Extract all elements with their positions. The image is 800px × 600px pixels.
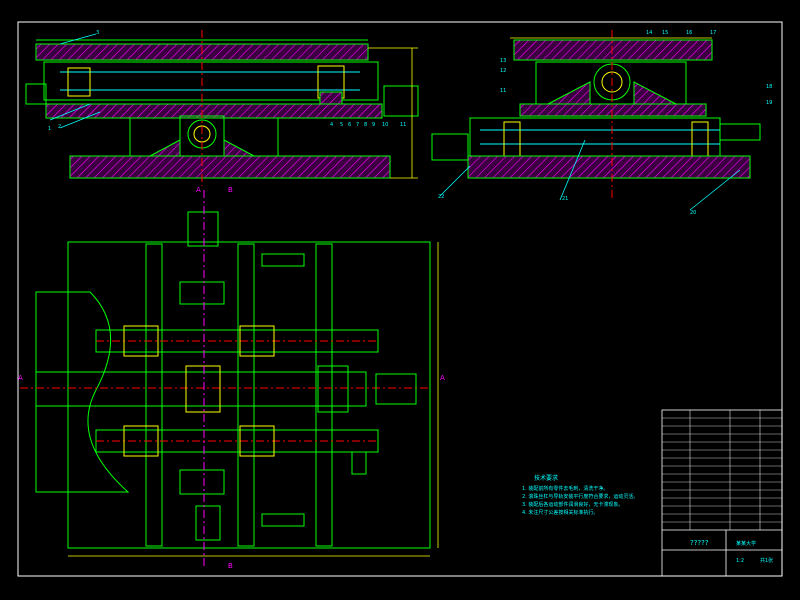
front-view-label-6: 6 [348, 122, 351, 128]
section-markers: A B A A B [18, 186, 445, 570]
side-view-label-19: 19 [766, 100, 772, 106]
front-view-label-3: 3 [96, 30, 99, 36]
side-view-label-13: 13 [500, 58, 506, 64]
section-marker-a-left: A [18, 374, 23, 382]
title-block-school: 某某大学 [736, 540, 756, 547]
front-view-label-4: 4 [330, 122, 333, 128]
section-marker-b-bottom: B [228, 562, 233, 570]
front-view-label-8: 8 [364, 122, 367, 128]
note-line-2: 2. 滚珠丝杠与导轨安装平行度符合要求，运动灵活。 [522, 493, 638, 500]
notes-title: 技术要求 [534, 474, 558, 482]
section-marker-b-top: B [228, 186, 233, 194]
side-view-label-18: 18 [766, 84, 772, 90]
front-view-label-5: 5 [340, 122, 343, 128]
side-view [431, 30, 761, 211]
technical-notes: 技术要求 1. 装配前所有零件去毛刺，清洗干净。 2. 滚珠丝杠与导轨安装平行度… [522, 474, 638, 516]
side-view-label-14: 14 [646, 30, 652, 36]
title-block: ????? 某某大学 1:2 共1张 [661, 409, 783, 577]
note-line-1: 1. 装配前所有零件去毛刺，清洗干净。 [522, 485, 608, 492]
title-block-scale: 1:2 [736, 558, 744, 564]
side-view-label-21: 21 [562, 196, 568, 202]
plan-view [20, 190, 439, 568]
title-block-drawing-name: ????? [690, 539, 709, 547]
section-marker-a-right: A [440, 374, 445, 382]
front-view-label-9: 9 [372, 122, 375, 128]
side-view-label-17: 17 [710, 30, 716, 36]
side-view-label-20: 20 [690, 210, 696, 216]
side-view-label-12: 12 [500, 68, 506, 74]
side-view-label-22: 22 [438, 194, 444, 200]
note-line-3: 3. 装配后各运动部件润滑良好，无卡滞现象。 [522, 501, 623, 508]
section-marker-a-top: A [196, 186, 201, 194]
side-view-label-15: 15 [662, 30, 668, 36]
front-view-label-10: 10 [382, 122, 388, 128]
front-view-label-11: 11 [400, 122, 406, 128]
title-block-sheet: 共1张 [760, 557, 773, 564]
side-view-label-11: 11 [500, 88, 506, 94]
front-view-label-7: 7 [356, 122, 359, 128]
front-view-label-2: 2 [58, 124, 61, 130]
front-view [25, 30, 419, 186]
front-view-label-1: 1 [48, 126, 51, 132]
note-line-4: 4. 未注尺寸公差按相关标准执行。 [522, 509, 598, 516]
cad-drawing-canvas: A B A A B 1 234 5 6 7 8 9 10 11 11121314 15 16 1718… [17, 21, 783, 577]
side-view-label-16: 16 [686, 30, 692, 36]
